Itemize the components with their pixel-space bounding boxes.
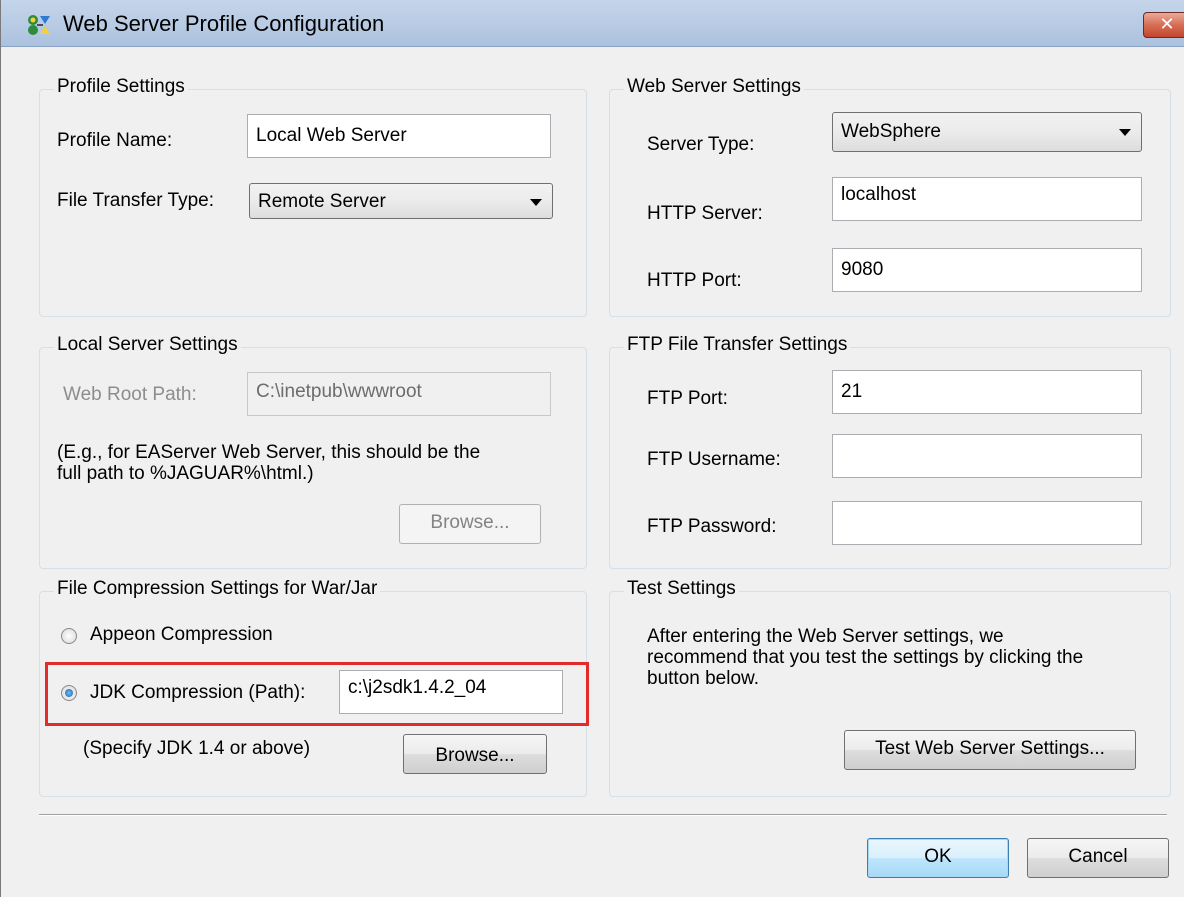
title-bar: Web Server Profile Configuration ✕ [1,0,1184,47]
close-button[interactable]: ✕ [1143,12,1184,38]
chevron-down-icon [530,199,542,206]
http-port-input[interactable]: 9080 [832,248,1142,292]
jdk-compression-highlight [45,662,589,726]
window-title: Web Server Profile Configuration [63,11,385,36]
ftp-password-input[interactable] [832,501,1142,545]
chevron-down-icon [1119,129,1131,136]
server-type-value: WebSphere [841,121,941,142]
ftp-port-label: FTP Port: [647,388,728,409]
local-server-settings-legend: Local Server Settings [54,334,241,356]
http-server-input[interactable]: localhost [832,177,1142,221]
file-transfer-type-select[interactable]: Remote Server [249,183,553,219]
ok-button[interactable]: OK [867,838,1009,878]
web-root-hint-line1: (E.g., for EAServer Web Server, this sho… [57,442,481,463]
web-server-settings-legend: Web Server Settings [624,76,804,98]
jdk-browse-button[interactable]: Browse... [403,734,547,774]
appeon-compression-radio[interactable] [61,628,77,644]
http-server-label: HTTP Server: [647,203,763,224]
compression-settings-legend: File Compression Settings for War/Jar [54,578,381,600]
ftp-settings-group: FTP File Transfer Settings FTP Port: 21 … [609,334,1171,569]
local-browse-button[interactable]: Browse... [399,504,541,544]
web-server-settings-group: Web Server Settings Server Type: WebSphe… [609,76,1171,317]
footer-separator [39,814,1167,816]
file-transfer-type-label: File Transfer Type: [57,190,214,211]
app-icon [28,15,50,35]
test-instructions-line3: button below. [647,668,759,689]
server-type-select[interactable]: WebSphere [832,112,1142,152]
test-instructions-line1: After entering the Web Server settings, … [647,626,1004,647]
web-root-path-label: Web Root Path: [63,384,197,405]
profile-name-input[interactable]: Local Web Server [247,114,551,158]
http-port-label: HTTP Port: [647,270,742,291]
test-web-server-settings-button[interactable]: Test Web Server Settings... [844,730,1136,770]
web-root-path-input[interactable]: C:\inetpub\wwwroot [247,372,551,416]
test-instructions-line2: recommend that you test the settings by … [647,647,1084,668]
jdk-version-note: (Specify JDK 1.4 or above) [83,738,311,759]
ftp-port-input[interactable]: 21 [832,370,1142,414]
dialog-window: Web Server Profile Configuration ✕ Profi… [0,0,1184,897]
cancel-button[interactable]: Cancel [1027,838,1169,878]
close-icon: ✕ [1159,14,1175,34]
web-root-hint-line2: full path to %JAGUAR%\html.) [57,463,314,484]
file-transfer-type-value: Remote Server [258,191,386,212]
test-settings-legend: Test Settings [624,578,739,600]
server-type-label: Server Type: [647,134,755,155]
ftp-settings-legend: FTP File Transfer Settings [624,334,851,356]
profile-settings-legend: Profile Settings [54,76,188,98]
appeon-compression-label[interactable]: Appeon Compression [90,624,273,646]
ftp-username-label: FTP Username: [647,449,781,470]
profile-name-label: Profile Name: [57,130,173,151]
test-settings-group: Test Settings After entering the Web Ser… [609,578,1171,797]
ftp-password-label: FTP Password: [647,516,777,537]
local-server-settings-group: Local Server Settings Web Root Path: C:\… [39,334,587,569]
profile-settings-group: Profile Settings Profile Name: Local Web… [39,76,587,317]
ftp-username-input[interactable] [832,434,1142,478]
